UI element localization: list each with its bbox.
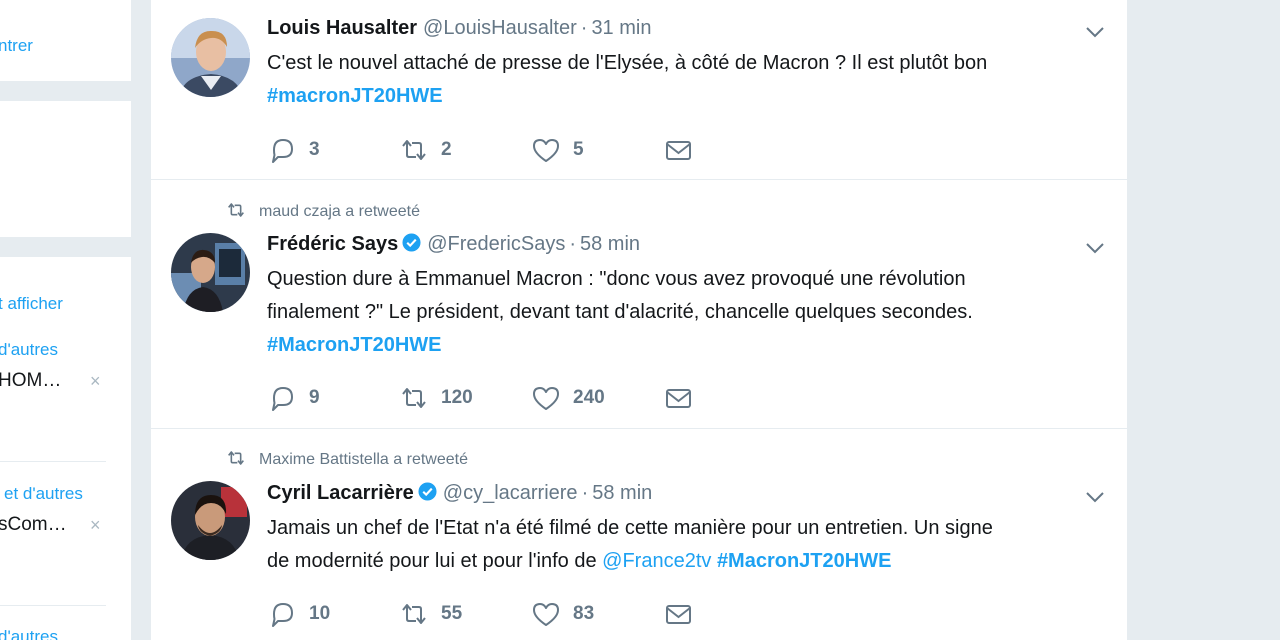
retweet-icon — [402, 388, 426, 408]
retweet-count: 2 — [441, 139, 452, 160]
sidebar-card-suggestions: t afficher d'autres HOM… × et d'autres s… — [0, 257, 131, 640]
like-icon — [533, 603, 559, 626]
avatar[interactable] — [171, 481, 250, 560]
tweet-text-line: finalement ?" Le président, devant tant … — [267, 301, 973, 323]
caret-down-icon[interactable] — [1085, 25, 1105, 39]
sidebar-card-top: ntrer — [0, 0, 131, 81]
message-button[interactable] — [663, 383, 693, 413]
like-button[interactable]: 83 — [531, 599, 594, 629]
tweet-header: Louis Hausalter @LouisHausalter · 31 min — [267, 17, 651, 40]
like-button[interactable]: 240 — [531, 383, 605, 413]
retweeted-by-text[interactable]: maud czaja a retweeté — [259, 203, 420, 220]
hashtag-link[interactable]: #MacronJT20HWE — [717, 550, 892, 572]
reply-count: 9 — [309, 387, 320, 408]
tweet-text: Jamais un chef de l'Etat n'a été filmé d… — [267, 512, 1117, 578]
sidebar-link[interactable]: ntrer — [0, 36, 33, 56]
tweet-text-line: Jamais un chef de l'Etat n'a été filmé d… — [267, 517, 993, 539]
tweet-time[interactable]: 31 min — [591, 17, 651, 39]
reply-button[interactable]: 3 — [267, 135, 320, 165]
hashtag-link[interactable]: #MacronJT20HWE — [267, 329, 1117, 362]
retweeted-by-text[interactable]: Maxime Battistella a retweeté — [259, 451, 468, 468]
tweet-text: Question dure à Emmanuel Macron : "donc … — [267, 263, 1117, 362]
author-handle[interactable]: @FredericSays — [427, 233, 565, 255]
tweet-text-fragment: de modernité pour lui et pour l'info de — [267, 550, 603, 572]
tweet[interactable]: Maxime Battistella a retweeté Cyril Laca… — [151, 430, 1127, 640]
separator: · — [580, 17, 588, 39]
author-handle[interactable]: @LouisHausalter — [423, 17, 577, 39]
like-icon — [533, 139, 559, 162]
tweet-header: Frédéric Says @FredericSays · 58 min — [267, 233, 640, 256]
like-count: 5 — [573, 139, 584, 160]
reply-icon — [272, 139, 293, 163]
retweet-count: 55 — [441, 603, 463, 624]
suggestion-name[interactable]: sCom… — [0, 514, 67, 536]
tweet-text-line: C'est le nouvel attaché de presse de l'E… — [267, 52, 988, 74]
like-button[interactable]: 5 — [531, 135, 584, 165]
show-more-link[interactable]: t afficher — [0, 294, 63, 314]
like-icon — [533, 387, 559, 410]
like-count: 240 — [573, 387, 605, 408]
tweet-text: C'est le nouvel attaché de presse de l'E… — [267, 47, 1117, 113]
dismiss-icon[interactable]: × — [90, 515, 101, 536]
caret-down-icon[interactable] — [1085, 490, 1105, 504]
reply-icon — [272, 603, 293, 627]
mention-link[interactable]: @France2tv — [602, 550, 711, 572]
reply-button[interactable]: 9 — [267, 383, 320, 413]
author-name[interactable]: Cyril Lacarrière — [267, 482, 414, 504]
hashtag-link[interactable]: #macronJT20HWE — [267, 80, 1117, 113]
reply-icon — [272, 387, 293, 411]
tweet-text-line: de modernité pour lui et pour l'info de … — [267, 545, 1117, 578]
retweeted-by: Maxime Battistella a retweeté — [225, 448, 468, 469]
avatar[interactable] — [171, 18, 250, 97]
tweet[interactable]: maud czaja a retweeté Frédéric Says @Fred… — [151, 181, 1127, 429]
reply-button[interactable]: 10 — [267, 599, 330, 629]
message-icon — [666, 389, 691, 408]
message-button[interactable] — [663, 135, 693, 165]
reply-count: 10 — [309, 603, 331, 624]
author-handle[interactable]: @cy_lacarriere — [443, 482, 578, 504]
separator: · — [569, 233, 576, 255]
verified-icon — [402, 233, 421, 252]
message-icon — [666, 605, 691, 624]
tweet[interactable]: Louis Hausalter @LouisHausalter · 31 min C'… — [151, 0, 1127, 180]
retweeted-by: maud czaja a retweeté — [225, 200, 420, 221]
retweet-icon — [228, 203, 244, 217]
retweet-icon — [228, 451, 244, 465]
retweet-button[interactable]: 55 — [399, 599, 462, 629]
suggestion-meta: et d'autres — [4, 484, 83, 503]
reply-count: 3 — [309, 139, 320, 160]
retweet-icon — [402, 140, 426, 160]
suggestion-meta: d'autres — [0, 627, 58, 640]
caret-down-icon[interactable] — [1085, 241, 1105, 255]
timeline: Louis Hausalter @LouisHausalter · 31 min C'… — [151, 0, 1127, 640]
separator: · — [581, 482, 589, 504]
tweet-header: Cyril Lacarrière @cy_lacarriere · 58 min — [267, 482, 652, 505]
author-name[interactable]: Frédéric Says — [267, 233, 398, 255]
suggestion-name[interactable]: HOM… — [0, 370, 61, 392]
author-name[interactable]: Louis Hausalter — [267, 17, 417, 39]
tweet-time[interactable]: 58 min — [592, 482, 652, 504]
suggestion-meta: d'autres — [0, 340, 58, 359]
retweet-count: 120 — [441, 387, 473, 408]
retweet-button[interactable]: 2 — [399, 135, 452, 165]
divider — [0, 461, 106, 462]
sidebar-card-middle — [0, 101, 131, 237]
avatar[interactable] — [171, 233, 250, 312]
dismiss-icon[interactable]: × — [90, 371, 101, 392]
message-button[interactable] — [663, 599, 693, 629]
retweet-button[interactable]: 120 — [399, 383, 473, 413]
divider — [0, 605, 106, 606]
like-count: 83 — [573, 603, 595, 624]
message-icon — [666, 141, 691, 160]
verified-icon — [418, 482, 437, 501]
retweet-icon — [402, 604, 426, 624]
tweet-time[interactable]: 58 min — [580, 233, 640, 255]
tweet-text-line: Question dure à Emmanuel Macron : "donc … — [267, 268, 966, 290]
